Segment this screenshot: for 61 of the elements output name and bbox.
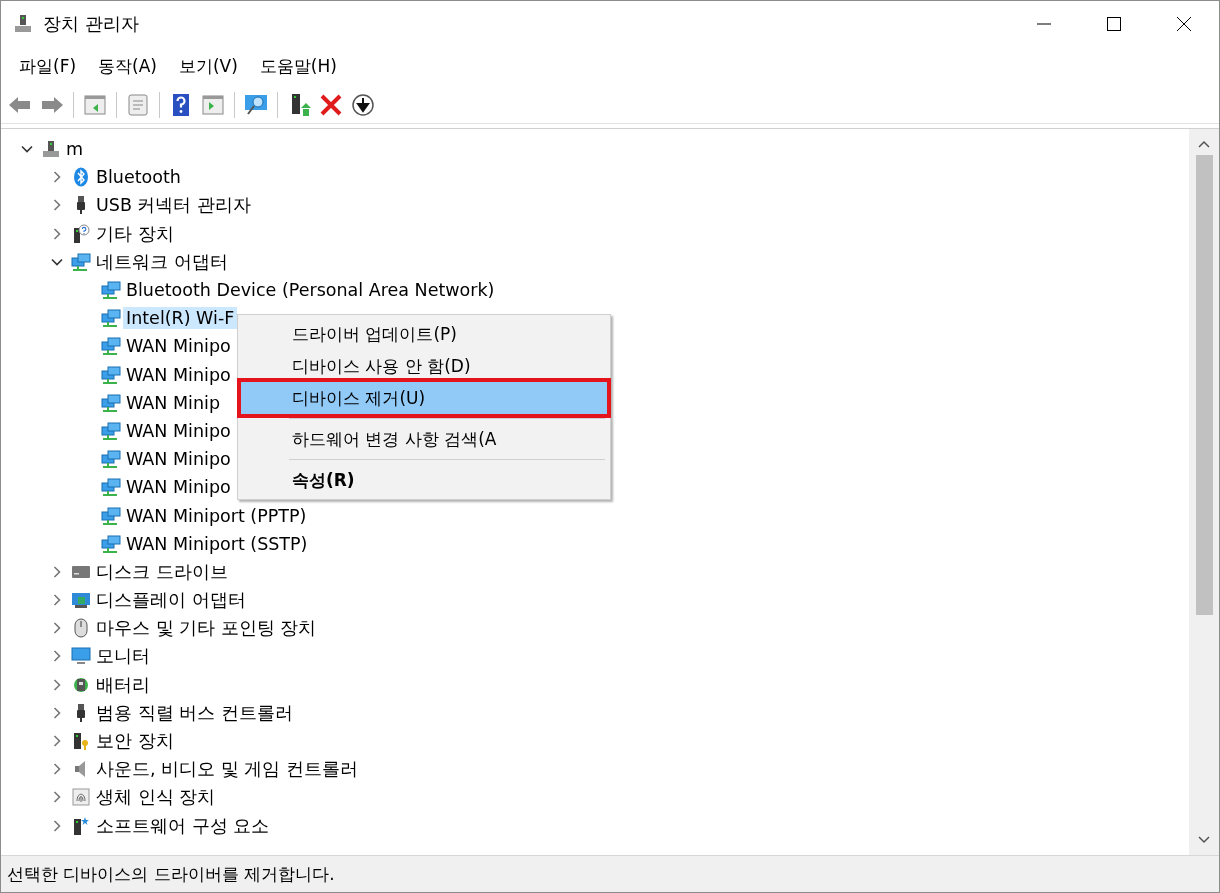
tree-item[interactable]: Bluetooth xyxy=(93,166,184,189)
menu-item[interactable]: 속성(R) xyxy=(241,464,607,496)
display-adapter-icon xyxy=(71,590,91,611)
network-icon xyxy=(101,449,121,470)
tree-item[interactable]: 마우스 및 기타 포인팅 장치 xyxy=(93,615,320,642)
minimize-icon xyxy=(1036,22,1052,25)
tree-item[interactable]: 디스크 드라이브 xyxy=(93,558,231,585)
scrollbar[interactable] xyxy=(1189,129,1219,855)
menu-item[interactable]: 디바이스 사용 안 함(D) xyxy=(241,350,607,382)
tree-item[interactable]: 범용 직렬 버스 컨트롤러 xyxy=(93,699,296,726)
tree-item[interactable]: Bluetooth Device (Personal Area Network) xyxy=(123,279,498,302)
menu-item[interactable]: 보기(V) xyxy=(168,50,248,82)
tree-item[interactable]: 기타 장치 xyxy=(93,220,177,247)
network-icon xyxy=(101,505,121,526)
network-icon xyxy=(101,280,121,301)
tree-item[interactable]: Intel(R) Wi-F xyxy=(123,307,238,330)
menu-item[interactable]: 동작(A) xyxy=(88,50,167,82)
tree-item[interactable]: WAN Minipo xyxy=(123,363,234,386)
network-icon xyxy=(101,336,121,357)
network-icon xyxy=(101,477,121,498)
bluetooth-icon xyxy=(71,167,91,188)
tree-item[interactable]: 배터리 xyxy=(93,671,153,698)
tree-item[interactable]: 소프트웨어 구성 요소 xyxy=(93,812,273,839)
menu-item[interactable]: 하드웨어 변경 사항 검색(A xyxy=(241,423,607,455)
tree-item[interactable]: 생체 인식 장치 xyxy=(93,784,219,811)
monitor-icon xyxy=(71,646,91,667)
security-device-icon xyxy=(71,731,91,752)
tree-item[interactable]: USB 커넥터 관리자 xyxy=(93,192,255,219)
network-icon xyxy=(101,364,121,385)
tree-item[interactable]: WAN Minipo xyxy=(123,476,234,499)
tree-item[interactable]: 모니터 xyxy=(93,643,153,670)
software-component-icon xyxy=(71,815,91,836)
menu-item[interactable]: 파일(F) xyxy=(9,50,87,82)
tree-item[interactable]: WAN Minipo xyxy=(123,335,234,358)
tree-item[interactable]: 보안 장치 xyxy=(93,728,177,755)
tree-item[interactable]: WAN Minip xyxy=(123,391,223,414)
menu-item[interactable]: 도움말(H) xyxy=(249,50,347,82)
tree-item[interactable]: WAN Miniport (PPTP) xyxy=(123,504,310,527)
tree-item[interactable]: 디스플레이 어댑터 xyxy=(93,587,249,614)
tree-item[interactable]: WAN Minipo xyxy=(123,419,234,442)
network-icon xyxy=(101,420,121,441)
tree-item[interactable]: WAN Minipo xyxy=(123,448,234,471)
menu-item[interactable]: 드라이버 업데이트(P) xyxy=(241,318,607,350)
tree-item[interactable]: WAN Miniport (SSTP) xyxy=(123,532,311,555)
network-icon xyxy=(101,308,121,329)
close-icon xyxy=(1176,15,1192,32)
status-text: 선택한 디바이스의 드라이버를 제거합니다. xyxy=(7,862,335,886)
tree-item[interactable]: m xyxy=(63,138,87,161)
app-icon xyxy=(13,13,33,34)
tree-item[interactable]: 네트워크 어댑터 xyxy=(93,248,231,275)
maximize-icon xyxy=(1106,15,1122,32)
network-icon xyxy=(101,392,121,413)
computer-icon xyxy=(41,139,61,160)
network-icon xyxy=(101,533,121,554)
scrollbar-thumb[interactable] xyxy=(1195,155,1213,615)
download-icon[interactable] xyxy=(350,91,376,118)
window-title: 장치 관리자 xyxy=(43,11,140,36)
device-question-icon xyxy=(71,223,91,244)
fingerprint-icon xyxy=(71,787,91,808)
tree-item[interactable]: 사운드, 비디오 및 게임 컨트롤러 xyxy=(93,756,361,783)
network-icon xyxy=(71,251,91,272)
